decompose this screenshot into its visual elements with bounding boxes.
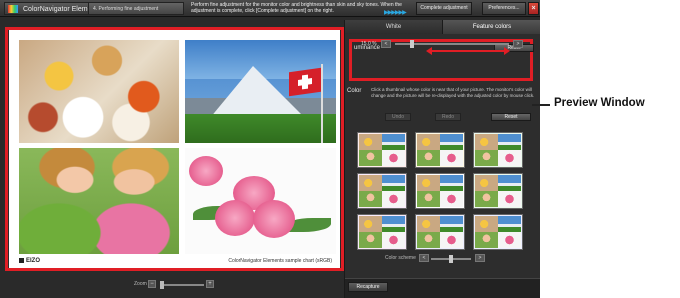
step-tab[interactable]: 4. Performing fine adjustment xyxy=(88,2,184,15)
color-thumbnail[interactable] xyxy=(415,173,465,209)
luminance-decrease-button[interactable]: < xyxy=(381,40,391,48)
color-scheme-decrease-button[interactable]: < xyxy=(419,254,429,262)
zoom-out-button[interactable]: − xyxy=(148,280,156,288)
color-thumbnail[interactable] xyxy=(357,214,407,250)
double-arrow-icon xyxy=(426,47,510,55)
close-button[interactable]: × xyxy=(528,2,539,15)
color-scheme-slider-handle[interactable] xyxy=(449,255,453,263)
panel-footer: Recapture xyxy=(345,278,540,298)
preview-highlight-frame xyxy=(5,27,344,271)
color-thumbnail[interactable] xyxy=(357,132,407,168)
preferences-button[interactable]: Preferences... xyxy=(482,2,526,15)
luminance-increase-button[interactable]: > xyxy=(513,40,523,48)
color-thumbnail-grid xyxy=(357,132,525,250)
color-reset-button[interactable]: Reset xyxy=(491,113,531,121)
panel-tabs: White Feature colors xyxy=(345,20,540,34)
title-bar: ColorNavigator Elements 4. Performing fi… xyxy=(0,0,540,17)
zoom-slider-handle[interactable] xyxy=(160,281,165,289)
zoom-slider[interactable] xyxy=(160,284,204,286)
luminance-slider-handle[interactable] xyxy=(410,40,415,48)
color-scheme-increase-button[interactable]: > xyxy=(475,254,485,262)
complete-adjustment-button[interactable]: Complete adjustment xyxy=(416,2,472,15)
tab-white[interactable]: White xyxy=(345,20,443,34)
recapture-button[interactable]: Recapture xyxy=(348,282,388,292)
color-thumbnail[interactable] xyxy=(473,132,523,168)
color-thumbnail[interactable] xyxy=(473,214,523,250)
progress-arrows-icon: ▶▶▶▶▶▶ xyxy=(384,10,407,16)
adjustment-panel: White Feature colors uminance Reset 15.0… xyxy=(344,20,540,298)
color-thumbnail[interactable] xyxy=(415,214,465,250)
app-logo-icon xyxy=(8,5,18,13)
zoom-in-button[interactable]: + xyxy=(206,280,214,288)
preview-window-callout: Preview Window xyxy=(554,97,645,109)
instruction-text: Perform fine adjustment for the monitor … xyxy=(191,2,402,14)
color-description: Click a thumbnail whose color is near th… xyxy=(371,87,535,98)
color-thumbnail[interactable] xyxy=(357,173,407,209)
app-window: ColorNavigator Elements 4. Performing fi… xyxy=(0,0,540,298)
color-label: Color xyxy=(347,88,362,94)
luminance-value: 15.0 % xyxy=(361,41,377,47)
redo-button[interactable]: Redo xyxy=(435,113,461,121)
color-thumbnail[interactable] xyxy=(473,173,523,209)
callout-line xyxy=(532,104,550,106)
color-thumbnail[interactable] xyxy=(415,132,465,168)
undo-button[interactable]: Undo xyxy=(385,113,411,121)
zoom-label: Zoom xyxy=(134,281,147,287)
color-scheme-label: Color scheme xyxy=(385,255,416,261)
tab-feature-colors[interactable]: Feature colors xyxy=(443,20,540,34)
